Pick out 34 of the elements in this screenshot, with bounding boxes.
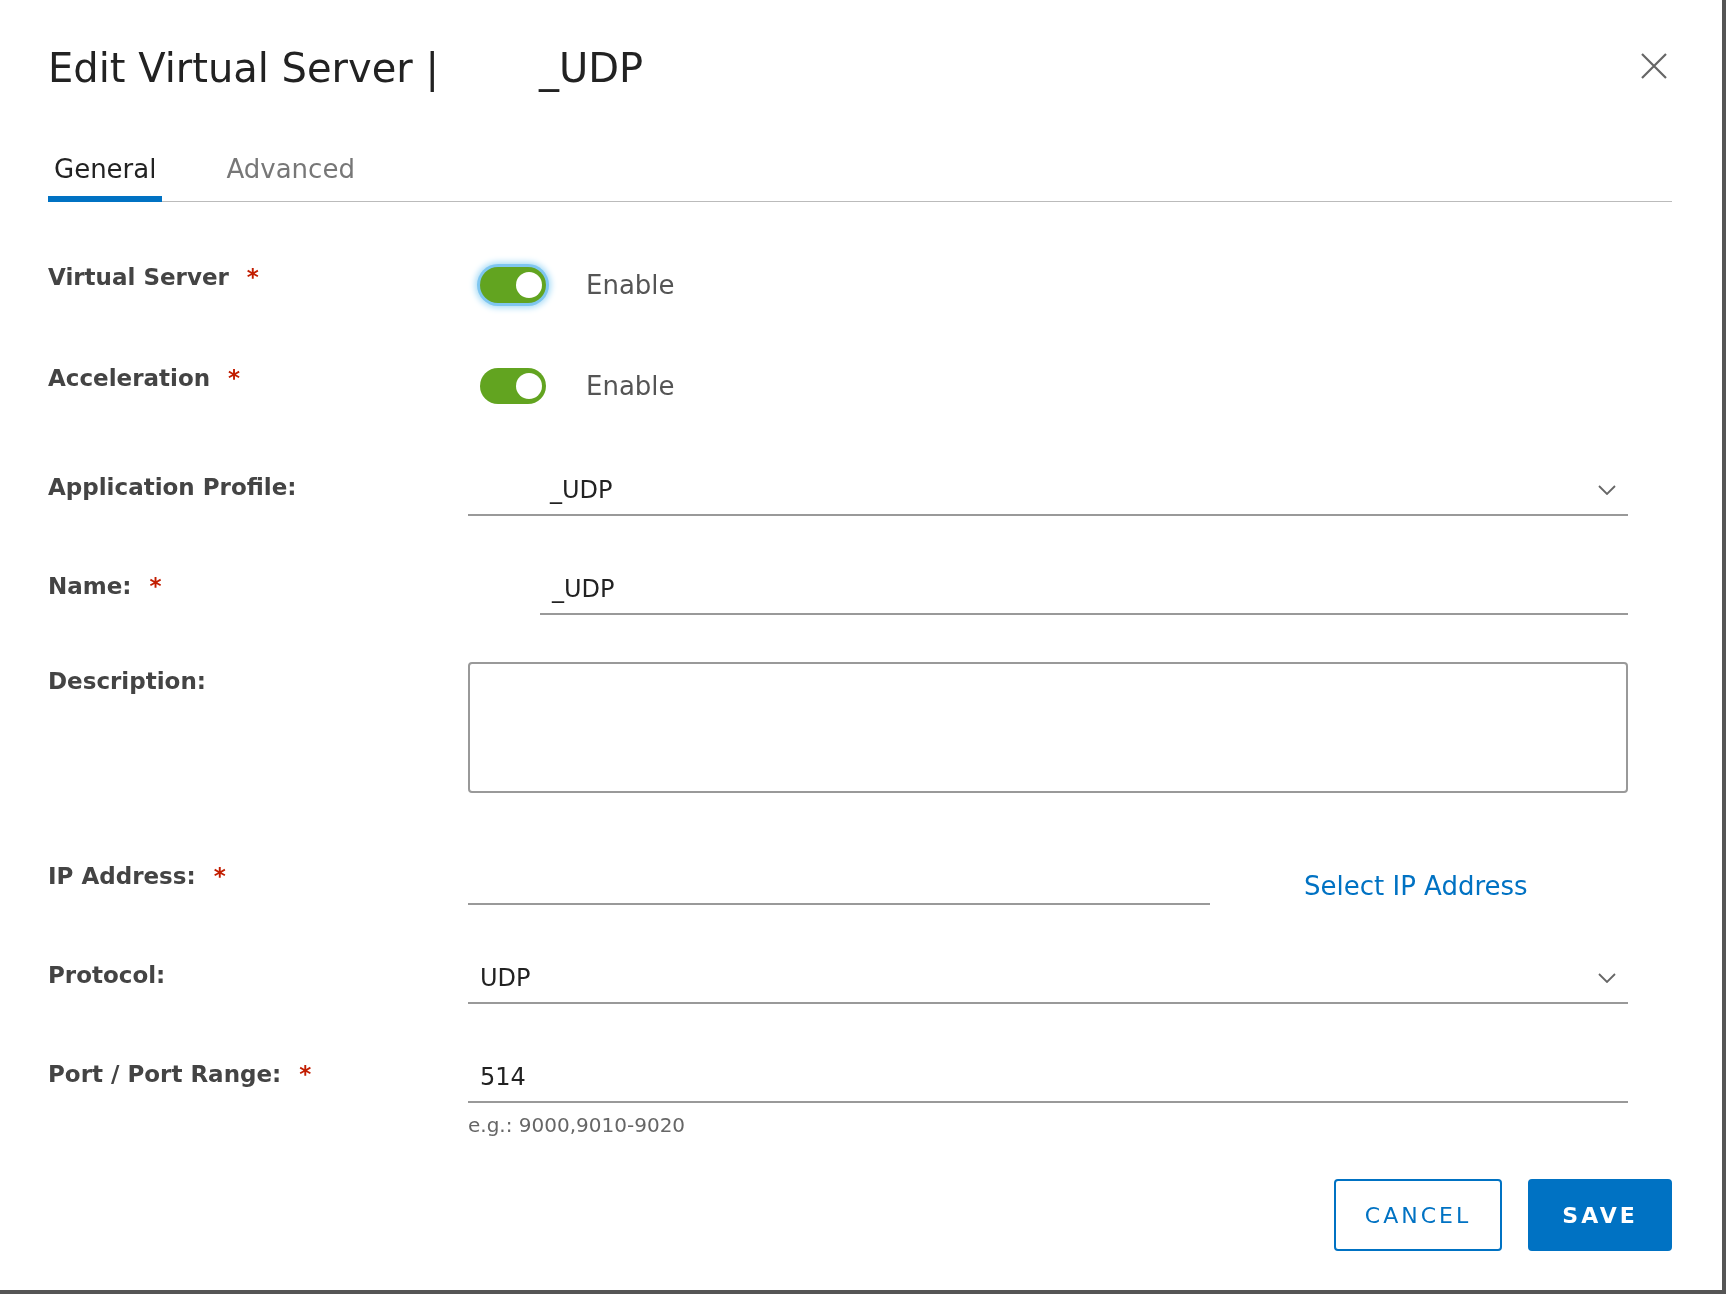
field-label: Name: xyxy=(48,573,132,599)
required-mark: * xyxy=(149,573,162,599)
chevron-down-icon xyxy=(1598,485,1616,495)
tab[interactable]: General xyxy=(48,154,163,202)
required-mark: * xyxy=(299,1061,312,1087)
select-ip-link[interactable]: Select IP Address xyxy=(1304,859,1528,901)
dropdown-value: _UDP xyxy=(548,476,613,504)
chevron-down-icon xyxy=(1598,973,1616,983)
dialog-title: Edit Virtual Server | xyxy=(48,45,439,91)
hint-text: e.g.: 9000,9010-9020 xyxy=(468,1113,687,1137)
save-button[interactable]: SAVE xyxy=(1528,1179,1672,1251)
required-mark: * xyxy=(246,264,259,290)
field-label: Application Profile: xyxy=(48,474,297,500)
field-label: Virtual Server xyxy=(48,264,229,290)
field-label: Description: xyxy=(48,668,206,694)
field-label: Port / Port Range: xyxy=(48,1061,282,1087)
close-icon xyxy=(1640,52,1668,80)
tab[interactable]: Advanced xyxy=(220,154,361,202)
toggle-switch[interactable] xyxy=(480,368,546,404)
required-mark: * xyxy=(213,863,226,889)
server-name: _UDP xyxy=(538,45,644,91)
dropdown-field[interactable]: UDP xyxy=(468,954,1628,1004)
description-textarea[interactable] xyxy=(468,662,1628,793)
toggle-label: Enable xyxy=(586,270,675,300)
input-field[interactable]: 514 xyxy=(468,1053,1628,1103)
required-mark: * xyxy=(228,365,241,391)
toggle-label: Enable xyxy=(586,371,675,401)
field-label: Protocol: xyxy=(48,962,166,988)
dropdown-value: UDP xyxy=(480,964,531,992)
field-label: IP Address: xyxy=(48,863,196,889)
dropdown-field[interactable]: _UDP xyxy=(468,466,1628,516)
field-label: Acceleration xyxy=(48,365,211,391)
input-field[interactable]: _UDP xyxy=(540,565,1628,615)
cancel-button[interactable]: CANCEL xyxy=(1334,1179,1502,1251)
